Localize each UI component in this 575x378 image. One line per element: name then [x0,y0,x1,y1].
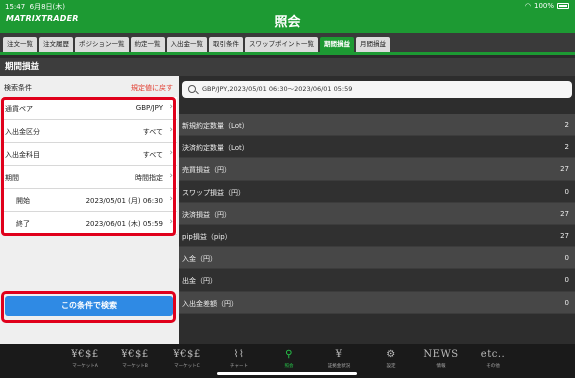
nav-item[interactable]: ¥€$£ マーケットB [110,344,160,378]
nav-item[interactable]: ¥€$£ マーケットC [162,344,212,378]
tab-4[interactable]: 入出金一覧 [166,37,207,52]
nav-label: マーケットC [174,364,200,369]
result-row: 売買損益（円） 27 [179,158,575,181]
result-label: pip損益（pip） [182,232,232,241]
highlight-frame-conditions [1,97,176,236]
result-value: 27 [560,231,569,240]
search-icon [188,85,196,93]
result-value: 27 [560,209,569,218]
result-row: pip損益（pip） 27 [179,224,575,248]
result-value: 0 [564,276,569,285]
result-row: 決済約定数量（Lot） 2 [179,136,575,159]
result-value: 2 [564,143,569,152]
tab-2[interactable]: ポジション一覧 [75,37,129,52]
result-label: スワップ損益（円） [182,188,245,197]
tab-5[interactable]: 取引条件 [209,37,243,52]
result-value: 27 [560,165,569,174]
result-row: 出金（円） 0 [179,269,575,292]
home-indicator [217,372,357,375]
tab-1[interactable]: 注文履歴 [39,37,73,52]
tab-3[interactable]: 約定一覧 [130,37,165,52]
nav-label: 照会 [284,364,294,369]
result-label: 入出金差額（円） [182,299,238,308]
result-value: 0 [564,254,569,263]
result-row: スワップ損益（円） 0 [179,180,575,203]
tab-6[interactable]: スワップポイント一覧 [245,37,318,52]
result-value: 0 [564,298,569,307]
search-summary-bar[interactable]: GBP/JPY,2023/05/01 06:30～2023/06/01 05:5… [182,81,572,98]
results-list: 新規約定数量（Lot） 2 決済約定数量（Lot） 2 売買損益（円） 27 スワップ損益（… [179,114,575,314]
nav-label: 設定 [386,364,396,369]
tab-7[interactable]: 期間損益 [320,37,354,52]
nav-icon: ¥ [335,349,343,360]
battery-icon [557,3,569,9]
result-row: 入出金差額（円） 0 [179,291,575,314]
nav-icon: ⚲ [285,349,293,360]
nav-label: マーケットB [122,364,148,369]
conditions-header: 検索条件 規定値に戻す [0,76,179,98]
tab-0[interactable]: 注文一覧 [3,37,37,52]
nav-item[interactable]: NEWS 情報 [416,344,466,378]
results-panel: GBP/JPY,2023/05/01 06:30～2023/06/01 05:5… [179,76,575,344]
result-label: 新規約定数量（Lot） [182,122,249,130]
conditions-label: 検索条件 [4,84,32,92]
section-title: 期間損益 [0,58,575,76]
screen: 15:47 6月8日(木) ◠ 100% MATRIXTRADER 照会 注文一… [0,0,575,378]
reset-defaults-link[interactable]: 規定値に戻す [131,83,173,93]
nav-item[interactable]: etc.. その他 [468,344,518,378]
wifi-icon: ◠ [524,2,531,10]
tab-bar: 注文一覧 注文履歴 ポジション一覧 約定一覧 入出金一覧 取引条件 スワップポイント一覧 期間… [0,33,575,55]
nav-icon: ¥€$£ [121,349,149,360]
result-value: 2 [564,121,569,129]
status-indicators: ◠ 100% [525,2,569,10]
nav-icon: NEWS [423,349,459,360]
nav-label: マーケットA [72,364,98,369]
nav-label: 情報 [436,364,446,369]
app-header: 15:47 6月8日(木) ◠ 100% MATRIXTRADER 照会 [0,0,575,33]
tab-8[interactable]: 月間損益 [356,37,390,52]
result-label: 決済損益（円） [182,210,231,219]
result-label: 出金（円） [182,277,217,286]
nav-label: チャート [230,364,248,369]
result-label: 決済約定数量（Lot） [182,144,249,153]
highlight-frame-button [1,291,176,323]
result-label: 売買損益（円） [182,166,231,175]
nav-icon: ¥€$£ [71,349,99,360]
page-title: 照会 [274,15,301,30]
result-label: 入金（円） [182,255,217,264]
search-summary-text: GBP/JPY,2023/05/01 06:30～2023/06/01 05:5… [202,85,353,93]
result-row: 決済損益（円） 27 [179,202,575,225]
result-value: 0 [564,187,569,196]
result-row: 新規約定数量（Lot） 2 [179,114,575,137]
nav-label: その他 [486,364,500,369]
nav-icon: ¥€$£ [173,349,201,360]
battery-percent: 100% [533,2,554,10]
nav-item[interactable]: ¥€$£ マーケットA [60,344,110,378]
result-row: 入金（円） 0 [179,247,575,270]
nav-icon: etc.. [480,349,506,360]
nav-icon: ⚙ [386,349,396,360]
nav-label: 証拠金状況 [327,364,351,369]
nav-icon: ⌇⌇ [233,349,245,360]
nav-item[interactable]: ⚙ 設定 [366,344,416,378]
